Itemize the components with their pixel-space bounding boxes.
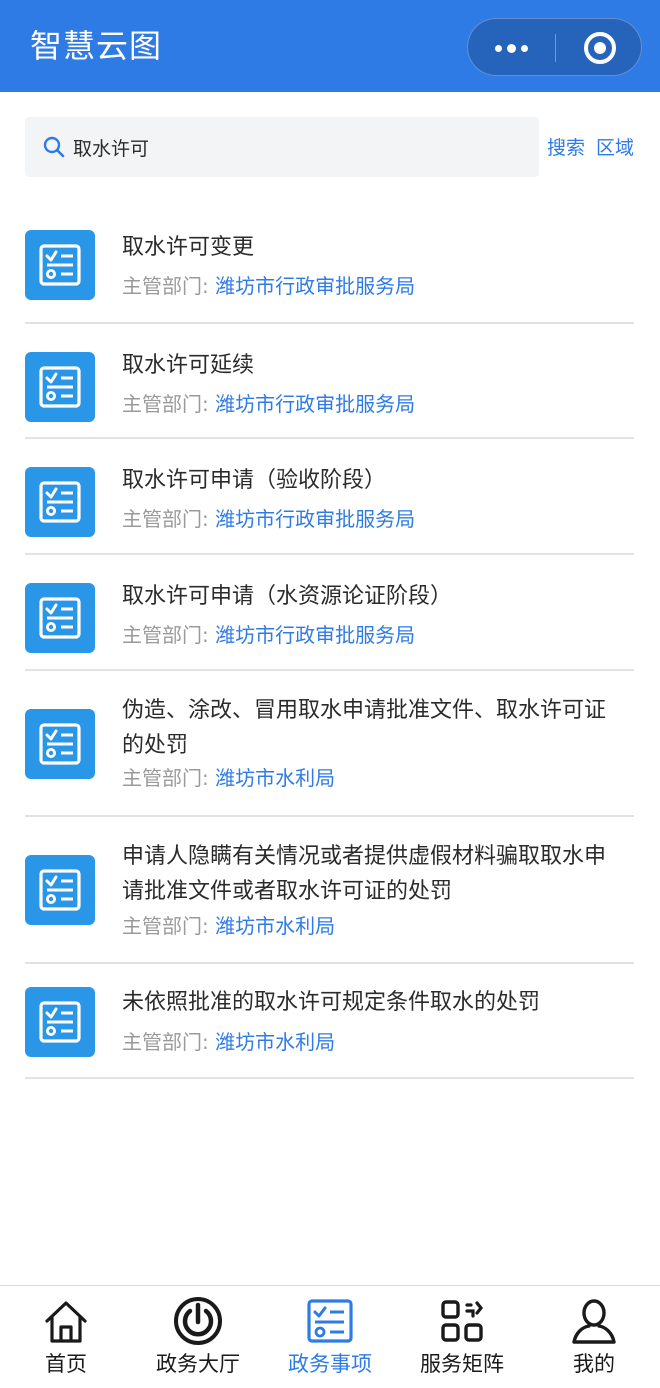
department-label: 主管部门:	[122, 1030, 209, 1054]
list-item[interactable]: 申请人隐瞒有关情况或者提供虚假材料骗取取水申请批准文件或者取水许可证的处罚主管部…	[25, 817, 634, 964]
checklist-icon	[307, 1299, 353, 1343]
item-icon	[25, 987, 95, 1057]
department-value[interactable]: 潍坊市行政审批服务局	[215, 623, 415, 647]
close-mini-program-button[interactable]	[556, 19, 643, 77]
search-icon	[43, 136, 65, 158]
department-value[interactable]: 潍坊市行政审批服务局	[215, 274, 415, 298]
item-department: 主管部门: 潍坊市水利局	[122, 764, 335, 792]
department-label: 主管部门:	[122, 766, 209, 790]
list-item[interactable]: 取水许可申请（水资源论证阶段） 主管部门: 潍坊市行政审批服务局	[25, 555, 634, 671]
item-department: 主管部门: 潍坊市行政审批服务局	[122, 505, 415, 533]
checklist-icon	[39, 723, 81, 765]
department-label: 主管部门:	[122, 914, 209, 938]
item-title: 取水许可变更	[122, 235, 255, 260]
item-department: 主管部门: 潍坊市行政审批服务局	[122, 272, 415, 300]
tab-home[interactable]: 首页	[0, 1286, 132, 1388]
bottom-tab-bar: 首页 政务大厅 政务事项 服务矩阵 我的	[0, 1285, 660, 1388]
item-title: 取水许可延续	[122, 353, 255, 378]
item-title: 未依照批准的取水许可规定条件取水的处罚	[122, 990, 541, 1015]
qr-grid-icon	[441, 1300, 484, 1342]
item-icon	[25, 230, 95, 300]
list-item[interactable]: 取水许可变更 主管部门: 潍坊市行政审批服务局	[25, 202, 634, 324]
item-title: 取水许可申请（水资源论证阶段）	[122, 584, 453, 609]
dot-icon	[495, 44, 502, 52]
list-item[interactable]: 未依照批准的取水许可规定条件取水的处罚 主管部门: 潍坊市水利局	[25, 964, 634, 1079]
item-icon	[25, 352, 95, 422]
mini-program-capsule	[467, 18, 642, 76]
department-label: 主管部门:	[122, 392, 209, 416]
department-value[interactable]: 潍坊市行政审批服务局	[215, 392, 415, 416]
item-title: 取水许可申请（验收阶段）	[122, 468, 387, 493]
checklist-icon	[39, 481, 81, 523]
item-title: 伪造、涂改、冒用取水申请批准文件、取水许可证的处罚	[122, 698, 607, 758]
department-label: 主管部门:	[122, 623, 209, 647]
item-icon	[25, 709, 95, 779]
checklist-icon	[39, 366, 81, 408]
tab-label: 首页	[45, 1352, 87, 1376]
department-value[interactable]: 潍坊市行政审批服务局	[215, 507, 415, 531]
list-item[interactable]: 取水许可申请（验收阶段） 主管部门: 潍坊市行政审批服务局	[25, 439, 634, 555]
search-input[interactable]	[73, 130, 523, 164]
search-button[interactable]: 搜索	[547, 136, 585, 160]
item-title: 申请人隐瞒有关情况或者提供虚假材料骗取取水申请批准文件或者取水许可证的处罚	[122, 844, 607, 904]
item-icon	[25, 855, 95, 925]
target-circle-icon	[583, 32, 616, 64]
tab-label: 政务事项	[288, 1352, 372, 1376]
dot-icon	[507, 43, 516, 53]
checklist-icon	[39, 869, 81, 911]
user-icon	[572, 1299, 616, 1344]
search-bar	[25, 117, 539, 177]
result-list: 取水许可变更 主管部门: 潍坊市行政审批服务局 取水许可延续 主管部门: 潍坊市行政审…	[25, 202, 634, 1079]
tab-government-hall[interactable]: 政务大厅	[132, 1286, 264, 1388]
more-menu-button[interactable]	[468, 19, 555, 77]
item-department: 主管部门: 潍坊市水利局	[122, 912, 335, 940]
tab-label: 服务矩阵	[420, 1352, 504, 1376]
item-department: 主管部门: 潍坊市行政审批服务局	[122, 621, 415, 649]
tab-government-affairs[interactable]: 政务事项	[264, 1286, 396, 1388]
item-department: 主管部门: 潍坊市行政审批服务局	[122, 390, 415, 418]
item-department: 主管部门: 潍坊市水利局	[122, 1028, 335, 1056]
department-value[interactable]: 潍坊市水利局	[215, 766, 335, 790]
department-label: 主管部门:	[122, 507, 209, 531]
region-button[interactable]: 区域	[596, 136, 634, 160]
dot-icon	[521, 44, 528, 52]
checklist-icon	[39, 597, 81, 639]
home-icon	[45, 1301, 87, 1343]
list-item[interactable]: 取水许可延续 主管部门: 潍坊市行政审批服务局	[25, 324, 634, 439]
department-label: 主管部门:	[122, 274, 209, 298]
tab-mine[interactable]: 我的	[528, 1286, 660, 1388]
department-value[interactable]: 潍坊市水利局	[215, 914, 335, 938]
item-icon	[25, 583, 95, 653]
checklist-icon	[39, 244, 81, 286]
app-title: 智慧云图	[30, 27, 163, 65]
power-dial-icon	[174, 1297, 222, 1345]
list-item[interactable]: 伪造、涂改、冒用取水申请批准文件、取水许可证的处罚主管部门: 潍坊市水利局	[25, 671, 634, 817]
top-nav-bar: 智慧云图	[0, 0, 660, 92]
department-value[interactable]: 潍坊市水利局	[215, 1030, 335, 1054]
tab-label: 政务大厅	[156, 1352, 240, 1376]
item-icon	[25, 467, 95, 537]
checklist-icon	[39, 1001, 81, 1043]
tab-label: 我的	[573, 1352, 615, 1376]
tab-service-matrix[interactable]: 服务矩阵	[396, 1286, 528, 1388]
